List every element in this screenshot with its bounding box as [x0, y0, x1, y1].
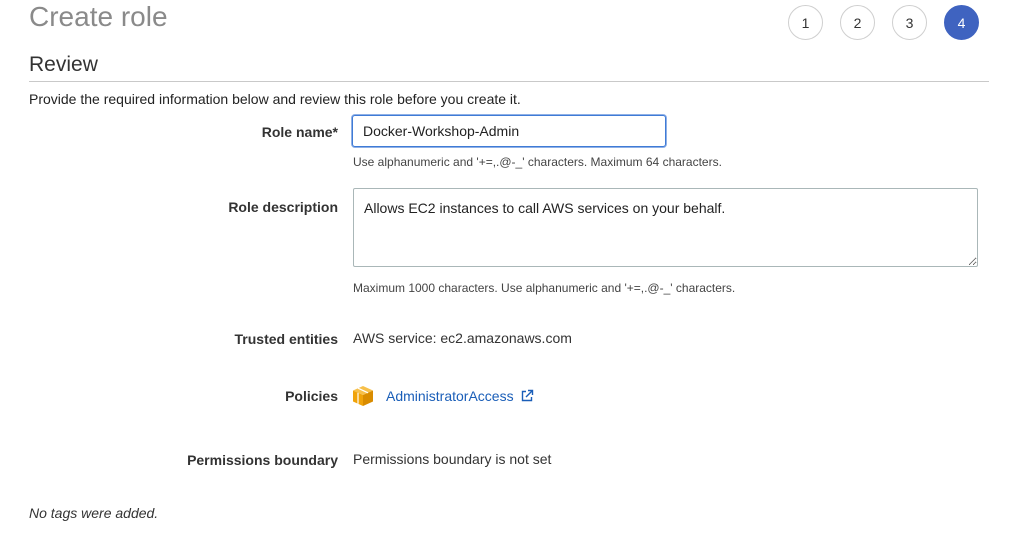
step-2-button[interactable]: 2	[840, 5, 875, 40]
external-link-icon[interactable]	[520, 389, 534, 403]
role-name-input[interactable]	[352, 115, 666, 147]
role-description-textarea[interactable]: Allows EC2 instances to call AWS service…	[353, 188, 978, 267]
step-1-button[interactable]: 1	[788, 5, 823, 40]
section-title: Review	[29, 53, 98, 76]
trusted-entities-value: AWS service: ec2.amazonaws.com	[353, 330, 572, 346]
policy-cube-icon	[352, 385, 374, 407]
role-description-hint: Maximum 1000 characters. Use alphanumeri…	[353, 281, 736, 295]
permissions-boundary-label: Permissions boundary	[187, 452, 338, 468]
intro-text: Provide the required information below a…	[29, 91, 521, 107]
step-4-button[interactable]: 4	[944, 5, 979, 40]
wizard-stepper: 1 2 3 4	[788, 5, 979, 40]
administrator-access-policy-link[interactable]: AdministratorAccess	[386, 388, 514, 404]
permissions-boundary-value: Permissions boundary is not set	[353, 451, 552, 467]
create-role-page: Create role 1 2 3 4 Review Provide the r…	[0, 0, 1015, 545]
no-tags-message: No tags were added.	[29, 505, 159, 521]
page-title: Create role	[29, 1, 168, 32]
policy-item: AdministratorAccess	[352, 385, 534, 407]
policies-label: Policies	[285, 388, 338, 404]
section-divider	[29, 81, 989, 82]
trusted-entities-label: Trusted entities	[234, 331, 338, 347]
role-name-label: Role name*	[261, 124, 338, 140]
role-name-hint: Use alphanumeric and '+=,.@-_' character…	[353, 155, 722, 169]
role-description-label: Role description	[228, 199, 338, 215]
step-3-button[interactable]: 3	[892, 5, 927, 40]
